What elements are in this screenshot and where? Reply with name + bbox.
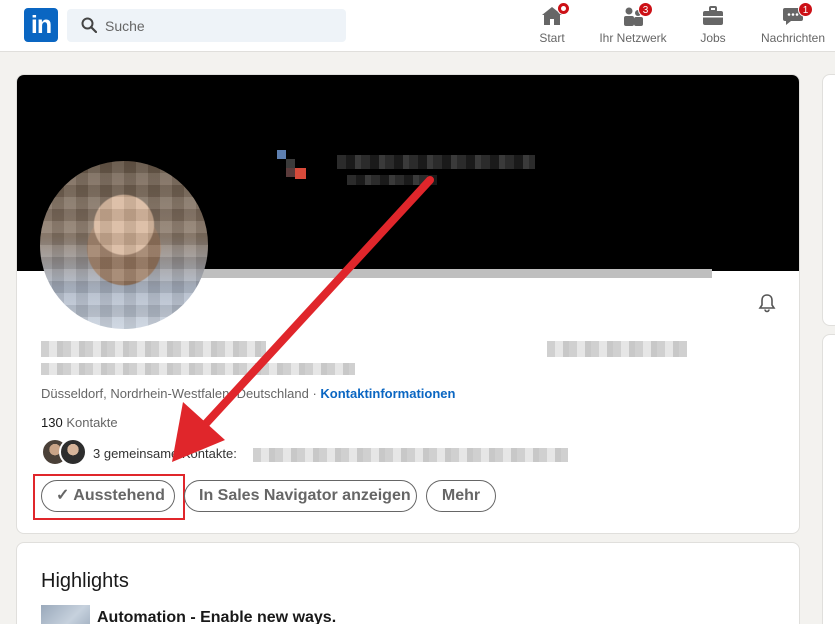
mutual-avatar-2[interactable] (59, 438, 87, 466)
profile-headline-blurred (41, 363, 355, 375)
search-icon (81, 17, 97, 33)
messaging-badge: 1 (798, 2, 813, 17)
right-rail-card (822, 74, 835, 326)
notification-dot (557, 2, 570, 15)
banner-logo-icon (277, 150, 306, 179)
profile-card: Düsseldorf, Nordrhein-Westfalen, Deutsch… (16, 74, 800, 534)
profile-location: Düsseldorf, Nordrhein-Westfalen, Deutsch… (41, 386, 455, 401)
home-icon (540, 2, 570, 28)
nav-item-home[interactable]: Start (538, 2, 570, 48)
right-rail-card-2 (822, 334, 835, 624)
highlights-card: Highlights Automation - Enable new ways. (16, 542, 800, 624)
connections-number: 130 (41, 415, 63, 430)
messaging-icon: 1 (781, 2, 813, 28)
network-icon: 3 (621, 2, 653, 28)
highlight-thumbnail[interactable] (41, 605, 90, 624)
annotation-highlight-box (33, 474, 185, 520)
linkedin-logo[interactable]: in (24, 8, 58, 42)
banner-company-name-blurred (337, 155, 535, 169)
nav-item-messaging[interactable]: 1 Nachrichten (760, 2, 826, 48)
contact-info-link[interactable]: Kontaktinformationen (320, 386, 455, 401)
connections-count[interactable]: 130 Kontakte (41, 415, 118, 430)
briefcase-icon (701, 4, 725, 28)
sales-navigator-label: In Sales Navigator anzeigen (199, 487, 411, 504)
search-box[interactable] (67, 9, 346, 42)
nav-item-network[interactable]: 3 Ihr Netzwerk (599, 2, 667, 48)
profile-company-blurred (547, 341, 687, 357)
nav-label-start: Start (539, 31, 565, 45)
nav-label-messaging: Nachrichten (760, 31, 826, 45)
nav-label-jobs: Jobs (700, 31, 726, 45)
location-text: Düsseldorf, Nordrhein-Westfalen, Deutsch… (41, 386, 309, 401)
bell-icon[interactable] (757, 293, 777, 313)
connections-label: Kontakte (66, 415, 118, 430)
mutual-names-blurred (253, 448, 568, 462)
profile-avatar[interactable] (40, 161, 208, 329)
more-button[interactable]: Mehr (426, 480, 496, 512)
mutual-connections-label[interactable]: 3 gemeinsame Kontakte: (93, 446, 237, 461)
search-input[interactable] (105, 9, 335, 42)
nav-label-network: Ihr Netzwerk (599, 31, 667, 45)
network-badge: 3 (638, 2, 653, 17)
highlight-item-title[interactable]: Automation - Enable new ways. (97, 609, 336, 624)
nav-item-jobs[interactable]: Jobs (699, 4, 727, 48)
banner-tagline-blurred (347, 175, 437, 185)
more-label: Mehr (441, 487, 481, 504)
profile-name-blurred (41, 341, 266, 357)
top-nav: in Start 3 Ihr Netzwerk (0, 0, 835, 52)
location-separator: · (308, 386, 321, 401)
highlights-title: Highlights (41, 570, 129, 592)
sales-navigator-button[interactable]: In Sales Navigator anzeigen (184, 480, 417, 512)
